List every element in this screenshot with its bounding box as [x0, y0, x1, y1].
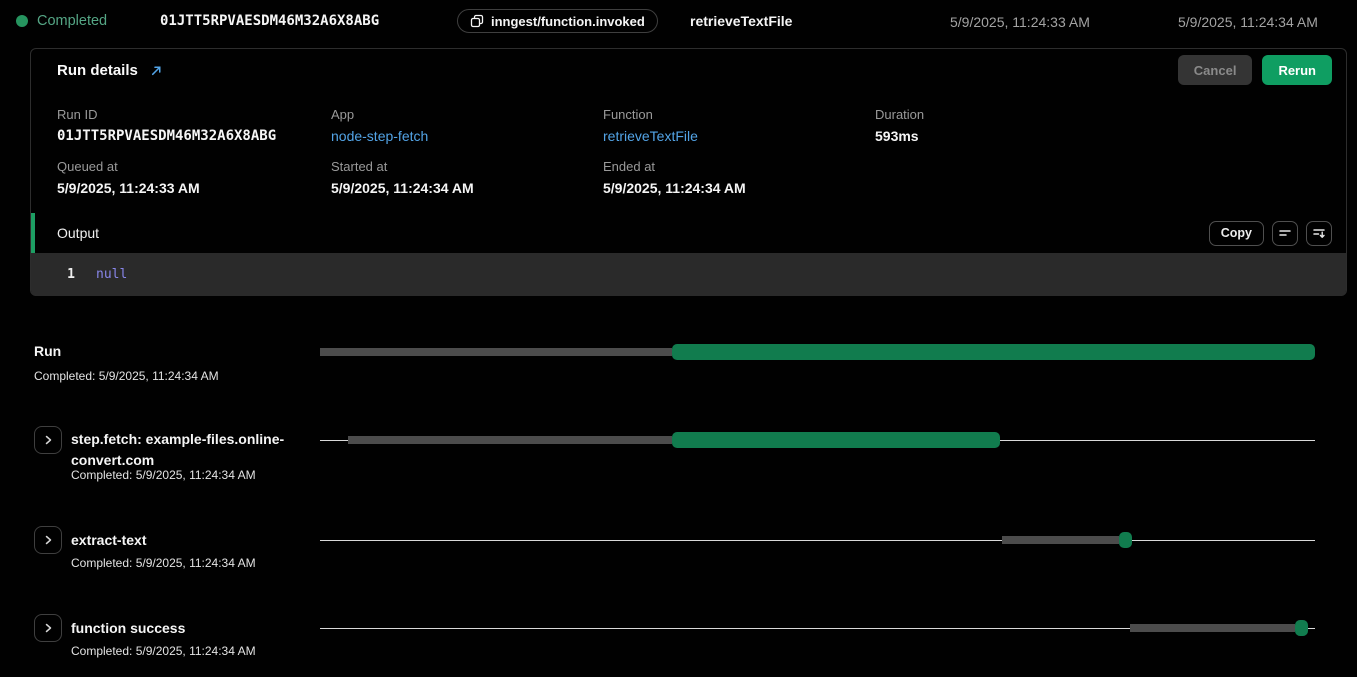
output-header: Output Copy [31, 213, 1346, 253]
scroll-to-bottom-icon[interactable] [1306, 221, 1332, 246]
run-details-panel: Run details Cancel Rerun Run ID 01JTT5RP… [30, 48, 1347, 296]
field-value: 593ms [875, 128, 924, 144]
field-label: App [331, 107, 428, 122]
timeline-track-run [320, 344, 1315, 360]
field-label: Started at [331, 159, 474, 174]
timeline-segment-run [672, 344, 1315, 360]
timeline-segment-queued [1130, 624, 1295, 632]
timeline-segment-queued [320, 348, 672, 356]
field-label: Ended at [603, 159, 746, 174]
timeline-segment-run [672, 432, 999, 448]
timeline-row-run-label: Run [34, 341, 61, 362]
field-label: Duration [875, 107, 924, 122]
timeline-row-run-completed: Completed: 5/9/2025, 11:24:34 AM [34, 369, 219, 383]
panel-header: Run details Cancel Rerun [31, 49, 1346, 91]
field-value: 5/9/2025, 11:24:33 AM [57, 180, 200, 196]
app-link[interactable]: node-step-fetch [331, 128, 428, 144]
rerun-button[interactable]: Rerun [1262, 55, 1332, 85]
field-value: 01JTT5RPVAESDM46M32A6X8ABG [57, 128, 276, 144]
event-badge[interactable]: inngest/function.invoked [457, 9, 658, 33]
topbar-ended-time: 5/9/2025, 11:24:34 AM [1178, 14, 1318, 30]
event-icon [470, 14, 484, 28]
timeline-segment-queued [348, 436, 672, 444]
field-run-id: Run ID 01JTT5RPVAESDM46M32A6X8ABG [57, 107, 276, 144]
field-label: Function [603, 107, 698, 122]
timeline-row-extract-text-completed: Completed: 5/9/2025, 11:24:34 AM [71, 556, 256, 570]
timeline-track-step-fetch [320, 432, 1315, 448]
topbar-function-name: retrieveTextFile [690, 13, 792, 29]
field-function: Function retrieveTextFile [603, 107, 698, 144]
field-queued-at: Queued at 5/9/2025, 11:24:33 AM [57, 159, 200, 196]
timeline-track-function-success [320, 620, 1315, 636]
field-started-at: Started at 5/9/2025, 11:24:34 AM [331, 159, 474, 196]
wrap-text-icon[interactable] [1272, 221, 1298, 246]
timeline-segment-queued [1002, 536, 1119, 544]
field-duration: Duration 593ms [875, 107, 924, 144]
expand-extract-text-button[interactable] [34, 526, 62, 554]
output-value: null [96, 267, 127, 282]
timeline-row-function-success-completed: Completed: 5/9/2025, 11:24:34 AM [71, 644, 256, 658]
timeline-row-step-fetch-completed: Completed: 5/9/2025, 11:24:34 AM [71, 468, 256, 482]
expand-function-success-button[interactable] [34, 614, 62, 642]
status-dot-icon [16, 15, 28, 27]
timeline-segment-run [1295, 620, 1308, 636]
external-link-icon[interactable] [150, 64, 163, 77]
line-number: 1 [61, 267, 75, 282]
field-app: App node-step-fetch [331, 107, 428, 144]
topbar-queued-time: 5/9/2025, 11:24:33 AM [950, 14, 1090, 30]
timeline-track-extract-text [320, 532, 1315, 548]
run-status: Completed [37, 13, 107, 29]
field-label: Queued at [57, 159, 200, 174]
timeline-row-function-success-label: function success [71, 618, 185, 639]
expand-step-fetch-button[interactable] [34, 426, 62, 454]
field-value: 5/9/2025, 11:24:34 AM [603, 180, 746, 196]
timeline-segment-run [1119, 532, 1132, 548]
field-value: 5/9/2025, 11:24:34 AM [331, 180, 474, 196]
event-badge-label: inngest/function.invoked [491, 14, 645, 29]
run-details-page: Completed 01JTT5RPVAESDM46M32A6X8ABG inn… [0, 0, 1357, 677]
field-ended-at: Ended at 5/9/2025, 11:24:34 AM [603, 159, 746, 196]
topbar-run-id: 01JTT5RPVAESDM46M32A6X8ABG [160, 13, 379, 29]
output-title: Output [57, 225, 99, 241]
timeline-row-step-fetch-label: step.fetch: example-files.online-convert… [71, 429, 321, 471]
function-link[interactable]: retrieveTextFile [603, 128, 698, 144]
timeline-baseline [320, 540, 1315, 541]
panel-title: Run details [57, 62, 138, 79]
copy-button[interactable]: Copy [1209, 221, 1264, 246]
output-code-block: 1 null [31, 253, 1346, 296]
cancel-button[interactable]: Cancel [1178, 55, 1253, 85]
field-label: Run ID [57, 107, 276, 122]
timeline-row-extract-text-label: extract-text [71, 530, 146, 551]
